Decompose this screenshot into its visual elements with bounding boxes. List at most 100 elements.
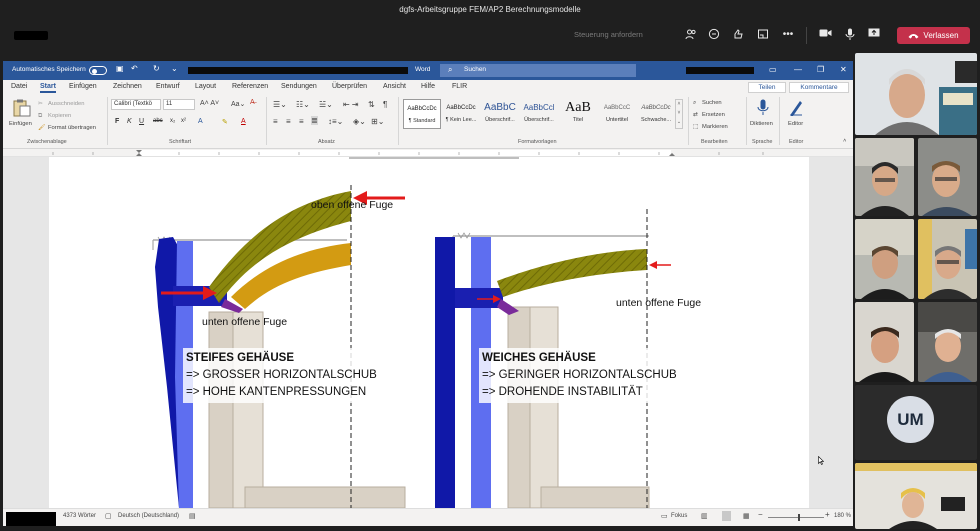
web-layout-icon[interactable]: ▦ <box>743 512 750 520</box>
proofing-icon[interactable]: ▢ <box>105 512 112 520</box>
zoom-slider-thumb[interactable] <box>798 514 800 521</box>
participant-tile-1[interactable] <box>855 53 977 135</box>
indent-icons[interactable]: ⇤ ⇥ <box>343 100 359 109</box>
restore-icon[interactable]: ❐ <box>817 65 824 74</box>
tab-datei[interactable]: Datei <box>11 83 27 90</box>
editor-button[interactable]: Editor <box>788 121 803 127</box>
zoom-slider[interactable] <box>768 514 824 521</box>
comments-button[interactable]: Kommentare <box>789 82 849 93</box>
participant-tile-3[interactable] <box>918 138 977 216</box>
style-no-spacing[interactable]: AaBbCcDc ¶ Kein Lee... <box>442 99 480 129</box>
participant-tile-5[interactable] <box>918 219 977 299</box>
style-standard[interactable]: AaBbCcDc ¶ Standard <box>403 99 441 129</box>
borders-icon[interactable]: ⊞⌄ <box>371 117 384 126</box>
bullets-icon[interactable]: ☰⌄ <box>273 100 287 109</box>
close-icon[interactable]: ✕ <box>840 65 847 74</box>
language-label[interactable]: Deutsch (Deutschland) <box>118 513 179 519</box>
grow-font-icon[interactable]: A˄ A˅ <box>200 100 219 107</box>
tab-start[interactable]: Start <box>40 83 56 93</box>
text-effects-icon[interactable]: A <box>198 118 203 125</box>
autosave-toggle[interactable] <box>89 66 107 75</box>
style-title[interactable]: AaB Titel <box>559 99 597 129</box>
focus-button[interactable]: Fokus <box>671 513 687 519</box>
horizontal-ruler[interactable] <box>3 149 853 157</box>
request-control-button[interactable]: Steuerung anfordern <box>574 30 643 39</box>
tab-ueberpruefen[interactable]: Überprüfen <box>332 83 367 90</box>
self-view-tile[interactable] <box>855 463 977 529</box>
font-size-select[interactable]: 11 <box>163 99 195 110</box>
tab-referenzen[interactable]: Referenzen <box>232 83 268 90</box>
mic-icon[interactable] <box>843 28 857 42</box>
paste-button[interactable]: Einfügen <box>9 121 32 127</box>
align-right-icon[interactable]: ≡ <box>299 117 304 126</box>
tab-zeichnen[interactable]: Zeichnen <box>113 83 142 90</box>
change-case-icon[interactable]: Aa⌄ <box>231 100 245 108</box>
participant-tile-4[interactable] <box>855 219 914 299</box>
tab-hilfe[interactable]: Hilfe <box>421 83 435 90</box>
justify-icon[interactable]: ≣ <box>311 116 318 125</box>
participant-tile-2[interactable] <box>855 138 914 216</box>
focus-icon[interactable]: ▭ <box>661 512 668 520</box>
camera-icon[interactable] <box>818 28 832 42</box>
print-layout-icon[interactable] <box>722 511 731 521</box>
align-left-icon[interactable]: ≡ <box>273 117 278 126</box>
style-heading-1[interactable]: AaBbC Überschrif... <box>481 99 519 129</box>
cut-button[interactable]: Ausschneiden <box>48 101 84 107</box>
zoom-in-icon[interactable]: + <box>825 510 830 519</box>
style-subtle-emphasis[interactable]: AaBbCcDc Schwache... <box>637 99 675 129</box>
collapse-ribbon-icon[interactable]: ˄ <box>843 138 846 144</box>
sort-icon[interactable]: ⇅ <box>368 100 375 109</box>
style-subtitle[interactable]: AaBbCcC Untertitel <box>598 99 636 129</box>
format-painter-button[interactable]: Format übertragen <box>48 125 96 131</box>
share-button[interactable]: Teilen <box>748 82 786 93</box>
editor-icon[interactable] <box>789 99 803 118</box>
participant-tile-7[interactable] <box>918 302 977 382</box>
strikethrough-button[interactable]: abc <box>153 118 163 124</box>
participant-tile-um[interactable]: UM <box>855 385 977 460</box>
line-spacing-icon[interactable]: ↕≡⌄ <box>328 117 343 126</box>
dictate-icon[interactable] <box>757 99 769 118</box>
underline-button[interactable]: U <box>139 118 144 125</box>
rooms-icon[interactable] <box>756 28 770 42</box>
redo-icon[interactable]: ↻ <box>153 64 160 73</box>
zoom-level[interactable]: 180 % <box>834 513 851 519</box>
reactions-icon[interactable] <box>731 28 745 42</box>
document-page[interactable]: oben offene Fuge unten offene Fuge unten… <box>49 157 809 508</box>
chat-icon[interactable] <box>707 28 721 42</box>
style-heading-2[interactable]: AaBbCcl Überschrif... <box>520 99 558 129</box>
undo-icon[interactable]: ↶ <box>131 64 138 73</box>
share-screen-icon[interactable] <box>867 28 881 42</box>
tab-entwurf[interactable]: Entwurf <box>156 83 180 90</box>
paste-icon[interactable] <box>11 99 33 117</box>
participant-tile-6[interactable] <box>855 302 914 382</box>
find-button[interactable]: Suchen <box>702 100 722 106</box>
font-color-icon[interactable]: A <box>241 118 246 125</box>
shading-icon[interactable]: ◈⌄ <box>353 117 366 126</box>
clear-formatting-icon[interactable]: A̶ <box>250 99 255 106</box>
customize-icon[interactable]: ⌄ <box>171 64 178 73</box>
save-icon[interactable]: ▣ <box>116 64 124 73</box>
subscript-icon[interactable]: x₂ <box>170 118 175 124</box>
document-area[interactable]: oben offene Fuge unten offene Fuge unten… <box>3 157 853 508</box>
tab-einfuegen[interactable]: Einfügen <box>69 83 97 90</box>
select-button[interactable]: Markieren <box>702 124 728 130</box>
align-center-icon[interactable]: ≡ <box>286 117 291 126</box>
accessibility-icon[interactable]: ▤ <box>189 512 196 520</box>
tab-sendungen[interactable]: Sendungen <box>281 83 317 90</box>
search-input[interactable]: ⌕ Suchen <box>440 64 636 77</box>
leave-button[interactable]: Verlassen <box>897 27 970 44</box>
replace-button[interactable]: Ersetzen <box>702 112 725 118</box>
bold-button[interactable]: F <box>115 118 119 125</box>
copy-button[interactable]: Kopieren <box>48 113 71 119</box>
people-icon[interactable] <box>684 28 698 42</box>
multilevel-icon[interactable]: ☱⌄ <box>319 100 333 109</box>
tab-flir[interactable]: FLIR <box>452 83 467 90</box>
italic-button[interactable]: K <box>127 118 132 125</box>
styles-scroll[interactable]: ˄ ˅ ⌄ <box>675 99 683 129</box>
tab-ansicht[interactable]: Ansicht <box>383 83 406 90</box>
highlight-icon[interactable]: ✎ <box>222 118 228 126</box>
dictate-button[interactable]: Diktieren <box>750 121 773 127</box>
superscript-icon[interactable]: x² <box>181 118 186 124</box>
tab-layout[interactable]: Layout <box>195 83 216 90</box>
word-count[interactable]: 4373 Wörter <box>63 513 96 519</box>
